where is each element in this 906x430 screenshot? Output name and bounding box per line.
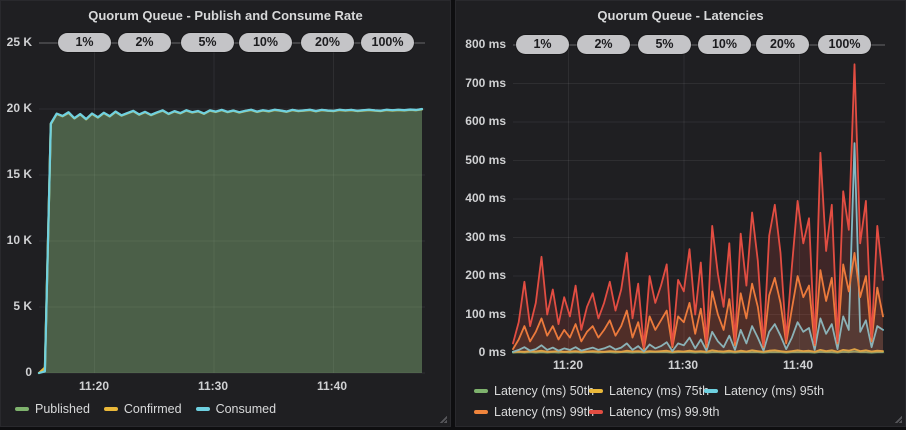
annotation-pill-2pct[interactable]: 2% [577,35,630,54]
legend-item-latency-75th[interactable]: Latency (ms) 75th [589,384,704,398]
y-tick-label: 0 ms [456,345,506,359]
y-tick-label: 300 ms [456,230,506,244]
y-tick-label: 20 K [1,101,32,115]
legend-label: Latency (ms) 75th [609,384,709,398]
annotation-pill-5pct[interactable]: 5% [181,33,234,52]
legend: Published Confirmed Consumed [15,402,276,416]
annotation-pill-20pct[interactable]: 20% [756,35,809,54]
y-tick-label: 10 K [1,233,32,247]
x-tick-label: 11:30 [668,358,698,372]
x-tick-label: 11:30 [198,379,228,393]
legend-item-confirmed[interactable]: Confirmed [104,402,182,416]
time-series-plot[interactable] [1,1,450,426]
series-color-swatch [474,410,488,414]
legend-item-latency-99th[interactable]: Latency (ms) 99th [474,405,589,419]
annotation-pill-100pct[interactable]: 100% [361,33,414,52]
legend-label: Latency (ms) 99.9th [609,405,719,419]
legend-item-latency-50th[interactable]: Latency (ms) 50th [474,384,589,398]
y-tick-label: 200 ms [456,268,506,282]
panel-publish-consume-rate: Quorum Queue - Publish and Consume Rate … [0,0,451,427]
legend-label: Confirmed [124,402,182,416]
x-tick-label: 11:20 [553,358,583,372]
legend-label: Latency (ms) 95th [724,384,824,398]
y-tick-label: 700 ms [456,76,506,90]
panel-title: Quorum Queue - Publish and Consume Rate [88,1,362,23]
panel-resize-handle[interactable] [439,415,447,423]
series-color-swatch [589,410,603,414]
x-tick-label: 11:40 [783,358,813,372]
legend-label: Consumed [216,402,276,416]
y-tick-label: 5 K [1,299,32,313]
annotation-pill-1pct[interactable]: 1% [516,35,569,54]
y-tick-label: 500 ms [456,153,506,167]
annotation-pill-2pct[interactable]: 2% [118,33,171,52]
y-tick-label: 400 ms [456,191,506,205]
y-tick-label: 800 ms [456,37,506,51]
x-tick-label: 11:40 [317,379,347,393]
annotation-pill-10pct[interactable]: 10% [239,33,292,52]
panel-title: Quorum Queue - Latencies [597,1,763,23]
legend: Latency (ms) 50th Latency (ms) 75th Late… [474,384,864,419]
panel-header[interactable]: Quorum Queue - Publish and Consume Rate [1,1,450,27]
series-color-swatch [474,389,488,393]
y-tick-label: 600 ms [456,114,506,128]
y-tick-label: 25 K [1,35,32,49]
legend-item-consumed[interactable]: Consumed [196,402,276,416]
series-color-swatch [704,389,718,393]
legend-item-latency-99-9th[interactable]: Latency (ms) 99.9th [589,405,704,419]
y-tick-label: 0 [1,365,32,379]
series-color-swatch [15,407,29,411]
grafana-dashboard: Quorum Queue - Publish and Consume Rate … [0,0,906,430]
legend-item-latency-95th[interactable]: Latency (ms) 95th [704,384,819,398]
legend-label: Latency (ms) 99th [494,405,594,419]
legend-label: Published [35,402,90,416]
y-tick-label: 100 ms [456,307,506,321]
series-color-swatch [589,389,603,393]
panel-header[interactable]: Quorum Queue - Latencies [456,1,905,27]
panel-resize-handle[interactable] [894,415,902,423]
annotation-pill-10pct[interactable]: 10% [698,35,751,54]
panel-latencies: Quorum Queue - Latencies 800 ms 700 ms 6… [455,0,906,427]
annotation-pill-5pct[interactable]: 5% [638,35,691,54]
x-tick-label: 11:20 [79,379,109,393]
annotation-pill-1pct[interactable]: 1% [58,33,111,52]
series-color-swatch [196,407,210,411]
legend-label: Latency (ms) 50th [494,384,594,398]
series-color-swatch [104,407,118,411]
annotation-pill-100pct[interactable]: 100% [818,35,871,54]
legend-item-published[interactable]: Published [15,402,90,416]
annotation-pill-20pct[interactable]: 20% [301,33,354,52]
y-tick-label: 15 K [1,167,32,181]
